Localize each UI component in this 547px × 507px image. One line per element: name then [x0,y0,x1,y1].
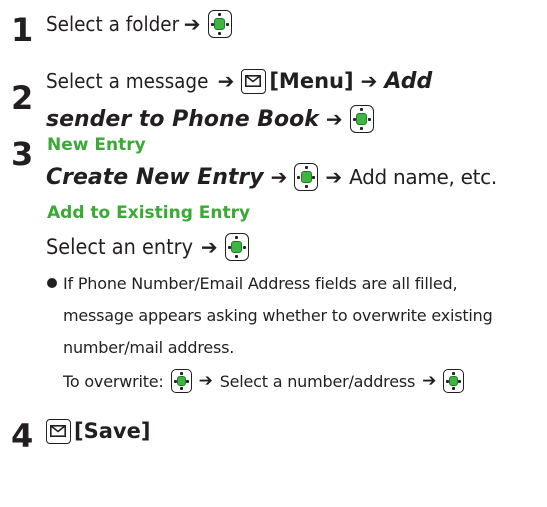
center-key-icon[interactable] [443,369,465,393]
step-2-line-1: Select a message ➔ [Menu] ➔ Add [46,63,432,99]
step-1-line: Select a folder ➔ [46,6,232,42]
note-line-2: message appears asking whether to overwr… [63,303,493,327]
mail-key-icon[interactable] [46,418,71,444]
note-line-1: If Phone Number/Email Address fields are… [47,271,458,295]
arrow-icon: ➔ [200,235,218,259]
step-4-line: [Save] [46,413,150,449]
existing-entry-line: Select an entry ➔ [46,229,249,265]
step-text: Add name, etc. [349,165,497,189]
create-entry-line: Create New Entry ➔ ➔ Add name, etc. [46,159,497,195]
existing-entry-heading: Add to Existing Entry [47,203,251,223]
center-key-icon[interactable] [207,10,232,38]
arrow-icon: ➔ [325,107,343,131]
arrow-icon: ➔ [198,370,213,391]
step-text: Select a message [46,69,209,93]
menu-label: [Menu] [269,69,354,93]
step-number: 1 [11,11,34,49]
action-label: Create New Entry [46,164,264,190]
overwrite-line: To overwrite: ➔ Select a number/address … [63,367,465,395]
center-key-icon[interactable] [349,105,374,133]
center-key-icon[interactable] [294,163,319,191]
step-text: Select a folder [46,12,180,36]
step-number: 2 [11,79,34,117]
action-label: sender to Phone Book [46,106,319,132]
note-text: message appears asking whether to overwr… [63,305,493,325]
center-key-icon[interactable] [170,369,192,393]
arrow-icon: ➔ [217,69,235,93]
note-text: If Phone Number/Email Address fields are… [63,273,458,293]
note-text: To overwrite: [63,371,164,391]
new-entry-heading: New Entry [47,135,146,155]
note-line-3: number/mail address. [63,335,234,359]
step-number: 3 [11,135,34,173]
arrow-icon: ➔ [183,12,201,36]
mail-key-icon[interactable] [241,68,267,94]
arrow-icon: ➔ [422,370,437,391]
step-number: 4 [11,417,34,455]
arrow-icon: ➔ [325,165,343,189]
arrow-icon: ➔ [360,69,378,93]
note-text: number/mail address. [63,337,235,357]
arrow-icon: ➔ [270,165,288,189]
step-text: Select an entry [46,235,194,259]
action-label: Add [384,68,433,94]
center-key-icon[interactable] [224,233,249,261]
step-2-line-2: sender to Phone Book ➔ [46,101,374,137]
note-text: Select a number/address [219,371,416,391]
save-label: [Save] [74,419,151,443]
bullet-icon [47,278,57,288]
